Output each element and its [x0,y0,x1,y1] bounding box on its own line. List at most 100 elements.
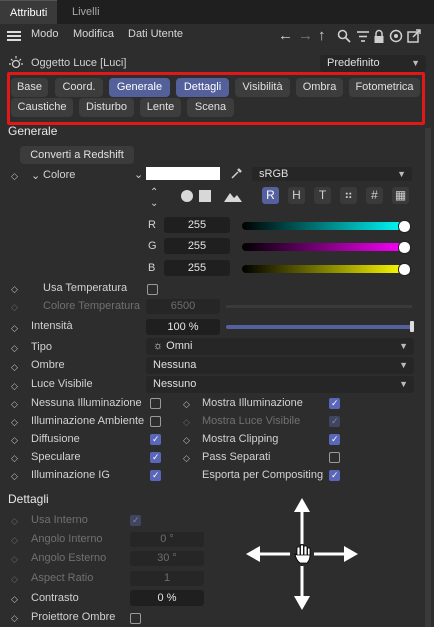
tab-livelli[interactable]: Livelli [62,0,110,24]
keyframe-diamond-icon[interactable]: ◇ [11,362,18,373]
aspect-ratio-label: Aspect Ratio [31,572,94,584]
channel-r-slider[interactable] [242,222,407,230]
type-dropdown[interactable]: ☼ Omni ▼ [146,338,414,355]
keyframe-diamond-icon[interactable]: ◇ [183,435,190,446]
keyframe-diamond-icon[interactable]: ◇ [11,381,18,392]
keyframe-diamond-icon[interactable]: ◇ [11,435,18,446]
keyframe-diamond-icon: ◇ [11,535,18,545]
eyedropper-icon[interactable] [230,167,243,183]
up-arrow-icon[interactable]: ↑ [318,27,326,44]
channel-g-slider[interactable] [242,243,407,251]
keyframe-diamond-icon[interactable]: ◇ [11,417,18,428]
keyframe-diamond-icon[interactable]: ◇ [183,399,190,410]
forward-arrow-icon[interactable]: → [298,27,313,44]
wheel-mode-icon[interactable] [180,189,194,206]
tab-attributi[interactable]: Attributi [0,0,58,25]
menu-dati-utente[interactable]: Dati Utente [128,28,183,40]
keyframe-diamond-icon[interactable]: ◇ [183,453,190,464]
category-tab-ombra[interactable]: Ombra [296,78,343,97]
intensity-slider[interactable] [226,325,412,329]
intensity-field[interactable]: 100 % [146,319,220,335]
hsv-mode-button[interactable]: H [288,187,305,204]
lock-icon[interactable] [373,29,385,47]
ambient-illumination-checkbox[interactable] [150,416,161,427]
separate-pass-checkbox[interactable] [329,452,340,463]
mixer-mode-icon[interactable]: ⠶ [340,187,357,204]
hex-mode-icon[interactable]: # [366,187,383,204]
channel-b-slider-knob[interactable] [398,263,411,276]
category-tab-lente[interactable]: Lente [140,98,181,117]
menu-modo[interactable]: Modo [31,28,59,40]
back-arrow-icon[interactable]: ← [278,27,293,44]
color-temperature-slider [226,305,412,308]
projector-shadow-checkbox[interactable] [130,613,141,624]
category-tab-scena[interactable]: Scena [187,98,234,117]
filter-icon[interactable] [356,30,370,46]
keyframe-diamond-icon[interactable]: ◇ [11,343,18,354]
channel-g-value[interactable]: 255 [164,238,230,254]
menu-modifica[interactable]: Modifica [73,28,114,40]
export-compositing-checkbox[interactable] [329,470,340,481]
chevron-down-icon: ▼ [399,341,408,351]
channel-r-slider-knob[interactable] [398,220,411,233]
keyframe-diamond-icon[interactable]: ◇ [11,284,18,295]
channel-b-value[interactable]: 255 [164,260,230,276]
object-title: Oggetto Luce [Luci] [31,57,127,69]
keyframe-diamond-icon[interactable]: ◇ [11,399,18,410]
intensity-slider-handle[interactable] [410,321,414,332]
specular-checkbox[interactable] [150,452,161,463]
keyframe-diamond-icon[interactable]: ◇ [11,613,18,624]
category-tab-fotometrica[interactable]: Fotometrica [349,78,420,97]
object-header: Oggetto Luce [Luci] Predefinito ▼ [0,52,434,74]
category-tab-coord[interactable]: Coord. [55,78,103,97]
collapse-arrows-icon[interactable]: ⌃ ⌄ [150,187,158,209]
category-tab-base[interactable]: Base [11,78,48,97]
color-chevron-down-icon[interactable]: ⌄ [134,168,143,181]
new-window-icon[interactable] [407,29,421,46]
keyframe-diamond-icon[interactable]: ◇ [11,453,18,464]
preset-dropdown[interactable]: Predefinito ▼ [320,55,426,72]
diffusion-label: Diffusione [31,433,80,445]
color-space-dropdown[interactable]: sRGB ▼ [252,167,412,181]
rgb-mode-button[interactable]: R [262,187,279,204]
gi-illumination-checkbox[interactable] [150,470,161,481]
channel-g-slider-knob[interactable] [398,241,411,254]
scrollbar[interactable] [425,128,431,627]
channel-r-value[interactable]: 255 [164,217,230,233]
swatches-mode-icon[interactable]: ▦ [392,187,409,204]
keyframe-diamond-icon[interactable]: ◇ [11,171,18,182]
color-temperature-field: 6500 [146,299,220,314]
pin-icon[interactable] [389,29,403,46]
keyframe-diamond-icon[interactable]: ◇ [11,323,18,334]
gi-illumination-label: Illuminazione IG [31,469,110,481]
keyframe-diamond-icon[interactable]: ◇ [11,471,18,482]
category-tab-visibilita[interactable]: Visibilità [235,78,290,97]
shadows-dropdown[interactable]: Nessuna ▼ [146,357,414,374]
keyframe-diamond-icon[interactable]: ◇ [11,594,18,605]
expand-chevron-icon[interactable]: ⌄ [31,169,40,182]
intensity-label: Intensità [31,320,73,332]
spectrum-mode-icon[interactable] [198,189,212,206]
show-illumination-checkbox[interactable] [329,398,340,409]
channel-b-slider[interactable] [242,265,407,273]
color-swatch[interactable] [146,167,220,180]
diffusion-checkbox[interactable] [150,434,161,445]
show-visible-light-checkbox [329,416,340,427]
category-tab-disturbo[interactable]: Disturbo [79,98,134,117]
use-temperature-checkbox[interactable] [147,284,158,295]
use-temperature-label: Usa Temperatura [43,282,128,294]
category-tab-caustiche[interactable]: Caustiche [11,98,73,117]
search-icon[interactable] [337,29,351,46]
temperature-mode-button[interactable]: T [314,187,331,204]
show-clipping-checkbox[interactable] [329,434,340,445]
visible-light-dropdown[interactable]: Nessuno ▼ [146,376,414,393]
hamburger-icon[interactable] [7,31,21,42]
image-mode-icon[interactable] [224,190,242,205]
no-illumination-checkbox[interactable] [150,398,161,409]
category-tab-generale[interactable]: Generale [109,78,170,97]
convert-to-redshift-button[interactable]: Converti a Redshift [20,146,134,164]
keyframe-diamond-icon: ◇ [11,554,18,564]
contrast-field[interactable]: 0 % [130,590,204,606]
channel-r-label: R [148,219,156,231]
category-tab-dettagli[interactable]: Dettagli [176,78,229,97]
